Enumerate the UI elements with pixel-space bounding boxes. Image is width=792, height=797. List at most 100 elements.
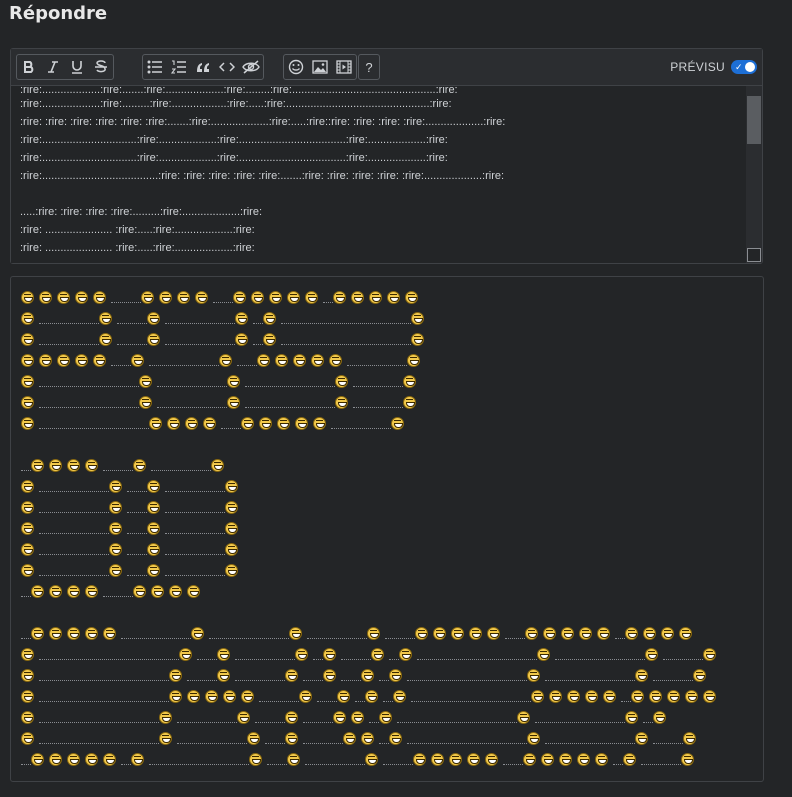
dotted-spacer <box>245 385 335 387</box>
laughing-emoji-icon <box>487 627 500 640</box>
scrollbar-thumb[interactable] <box>747 96 761 144</box>
quote-icon[interactable] <box>191 55 215 79</box>
image-icon[interactable] <box>308 55 332 79</box>
laughing-emoji-icon <box>237 711 250 724</box>
dotted-spacer <box>397 721 517 723</box>
dotted-spacer <box>411 700 531 702</box>
laughing-emoji-icon <box>285 732 298 745</box>
laughing-emoji-icon <box>295 648 308 661</box>
dotted-spacer <box>265 742 285 744</box>
laughing-emoji-icon <box>109 543 122 556</box>
emoji-row <box>21 350 721 371</box>
laughing-emoji-icon <box>21 501 34 514</box>
dotted-spacer <box>407 742 527 744</box>
laughing-emoji-icon <box>223 690 236 703</box>
dotted-spacer <box>621 700 631 702</box>
laughing-emoji-icon <box>241 417 254 430</box>
laughing-emoji-icon <box>225 480 238 493</box>
dotted-spacer <box>127 574 147 576</box>
laughing-emoji-icon <box>559 753 572 766</box>
dotted-spacer <box>313 658 323 660</box>
dotted-spacer <box>39 490 109 492</box>
text-line: :rire:...................:rire:.........… <box>20 98 452 110</box>
laughing-emoji-icon <box>351 291 364 304</box>
laughing-emoji-icon <box>21 291 34 304</box>
laughing-emoji-icon <box>67 753 80 766</box>
resize-handle[interactable] <box>747 248 761 262</box>
laughing-emoji-icon <box>285 711 298 724</box>
message-textarea[interactable]: :rire:...................:rire:.......:r… <box>11 86 746 263</box>
numbered-list-icon[interactable] <box>167 55 191 79</box>
laughing-emoji-icon <box>635 669 648 682</box>
laughing-emoji-icon <box>277 417 290 430</box>
video-icon[interactable] <box>332 55 356 79</box>
preview-pane <box>10 276 764 782</box>
emoji-row <box>21 581 721 602</box>
dotted-spacer <box>39 658 179 660</box>
laughing-emoji-icon <box>361 732 374 745</box>
dotted-spacer <box>417 658 537 660</box>
laughing-emoji-icon <box>523 753 536 766</box>
laughing-emoji-icon <box>263 312 276 325</box>
laughing-emoji-icon <box>131 753 144 766</box>
preview-toggle-wrap: PRÉVISU ✓ <box>670 60 757 74</box>
dotted-spacer <box>613 763 623 765</box>
emoji-row <box>21 560 721 581</box>
laughing-emoji-icon <box>517 711 530 724</box>
help-icon[interactable]: ? <box>359 55 379 79</box>
dotted-spacer <box>653 679 693 681</box>
dotted-spacer <box>121 637 191 639</box>
editor-scrollbar[interactable] <box>746 86 762 263</box>
laughing-emoji-icon <box>625 711 638 724</box>
bullet-list-icon[interactable] <box>143 55 167 79</box>
underline-icon[interactable] <box>65 55 89 79</box>
laughing-emoji-icon <box>413 753 426 766</box>
bold-icon[interactable] <box>17 55 41 79</box>
laughing-emoji-icon <box>205 690 218 703</box>
italic-icon[interactable] <box>41 55 65 79</box>
laughing-emoji-icon <box>233 291 246 304</box>
preview-label: PRÉVISU <box>670 60 725 74</box>
dotted-spacer <box>331 427 391 429</box>
dotted-spacer <box>165 490 225 492</box>
dotted-spacer <box>253 343 263 345</box>
emoji-icon[interactable] <box>284 55 308 79</box>
dotted-spacer <box>505 637 525 639</box>
laughing-emoji-icon <box>187 585 200 598</box>
laughing-emoji-icon <box>393 690 406 703</box>
dotted-spacer <box>111 364 131 366</box>
laughing-emoji-icon <box>187 690 200 703</box>
hide-icon[interactable] <box>239 55 263 79</box>
strikethrough-icon[interactable] <box>89 55 113 79</box>
post-editor: ? PRÉVISU ✓ :rire:...................:ri… <box>10 48 763 264</box>
dotted-spacer <box>39 427 149 429</box>
laughing-emoji-icon <box>21 417 34 430</box>
emoji-row <box>21 728 721 749</box>
laughing-emoji-icon <box>85 459 98 472</box>
laughing-emoji-icon <box>93 291 106 304</box>
preview-toggle[interactable]: ✓ <box>731 60 757 74</box>
page-title: Répondre <box>9 3 108 24</box>
laughing-emoji-icon <box>109 501 122 514</box>
laughing-emoji-icon <box>21 690 34 703</box>
dotted-spacer <box>245 406 335 408</box>
laughing-emoji-icon <box>109 522 122 535</box>
emoji-row <box>21 665 721 686</box>
laughing-emoji-icon <box>133 585 146 598</box>
laughing-emoji-icon <box>561 627 574 640</box>
code-icon[interactable] <box>215 55 239 79</box>
laughing-emoji-icon <box>39 291 52 304</box>
laughing-emoji-icon <box>147 543 160 556</box>
dotted-spacer <box>545 742 635 744</box>
laughing-emoji-icon <box>67 627 80 640</box>
dotted-spacer <box>21 595 31 597</box>
dotted-spacer <box>165 343 235 345</box>
laughing-emoji-icon <box>335 375 348 388</box>
text-line: :rire:...............................:ri… <box>20 134 448 146</box>
text-line: :rire:..................................… <box>20 170 505 182</box>
laughing-emoji-icon <box>21 522 34 535</box>
laughing-emoji-icon <box>147 522 160 535</box>
laughing-emoji-icon <box>21 312 34 325</box>
laughing-emoji-icon <box>217 669 230 682</box>
dotted-spacer <box>117 322 147 324</box>
